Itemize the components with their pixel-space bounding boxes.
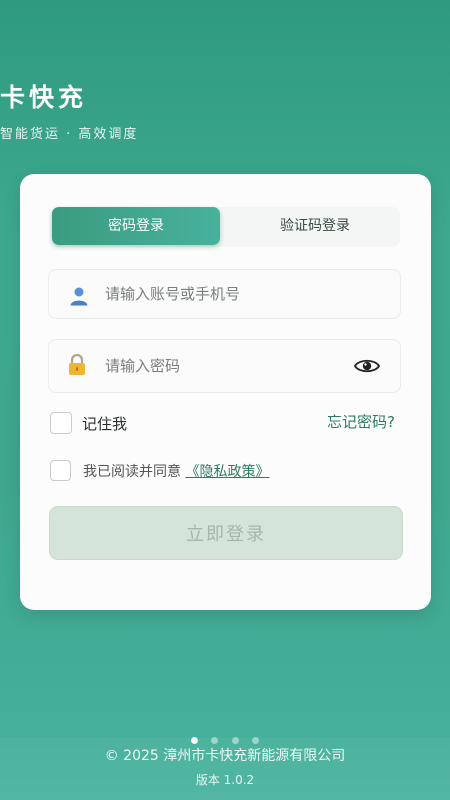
- remember-checkbox[interactable]: [50, 412, 72, 434]
- forgot-password-link[interactable]: 忘记密码?: [327, 411, 395, 432]
- account-field[interactable]: [48, 269, 401, 319]
- tab-password-login[interactable]: 密码登录: [52, 207, 220, 245]
- password-input[interactable]: [105, 340, 365, 392]
- agree-checkbox[interactable]: [50, 460, 71, 481]
- user-icon: [70, 287, 88, 306]
- eye-icon[interactable]: [354, 357, 380, 375]
- app-subtitle: 智能货运 · 高效调度: [0, 127, 139, 142]
- privacy-policy-link[interactable]: 《隐私政策》: [185, 464, 269, 480]
- password-field[interactable]: [48, 339, 401, 393]
- page-dot: [231, 737, 239, 744]
- agree-prefix: 我已阅读并同意: [83, 464, 181, 480]
- remember-label: 记住我: [82, 415, 128, 433]
- login-tabs: 密码登录 验证码登录: [50, 207, 400, 247]
- agree-text: 我已阅读并同意 《隐私政策》: [83, 461, 269, 481]
- page-dot: [191, 737, 199, 744]
- app-title: 卡快充: [0, 83, 88, 112]
- version-text: 版本 1.0.2: [195, 773, 255, 787]
- tab-code-login[interactable]: 验证码登录: [230, 207, 400, 245]
- account-input[interactable]: [105, 270, 365, 318]
- lock-icon: [67, 353, 87, 379]
- page-dot: [251, 737, 259, 744]
- login-button[interactable]: 立即登录: [49, 506, 403, 560]
- login-card: 密码登录 验证码登录 记住我 忘记密码? 我已阅读并同意 《隐私政策》: [20, 174, 431, 610]
- page-dot: [211, 737, 219, 744]
- copyright-text: © 2025 漳州市卡快充新能源有限公司: [104, 748, 346, 764]
